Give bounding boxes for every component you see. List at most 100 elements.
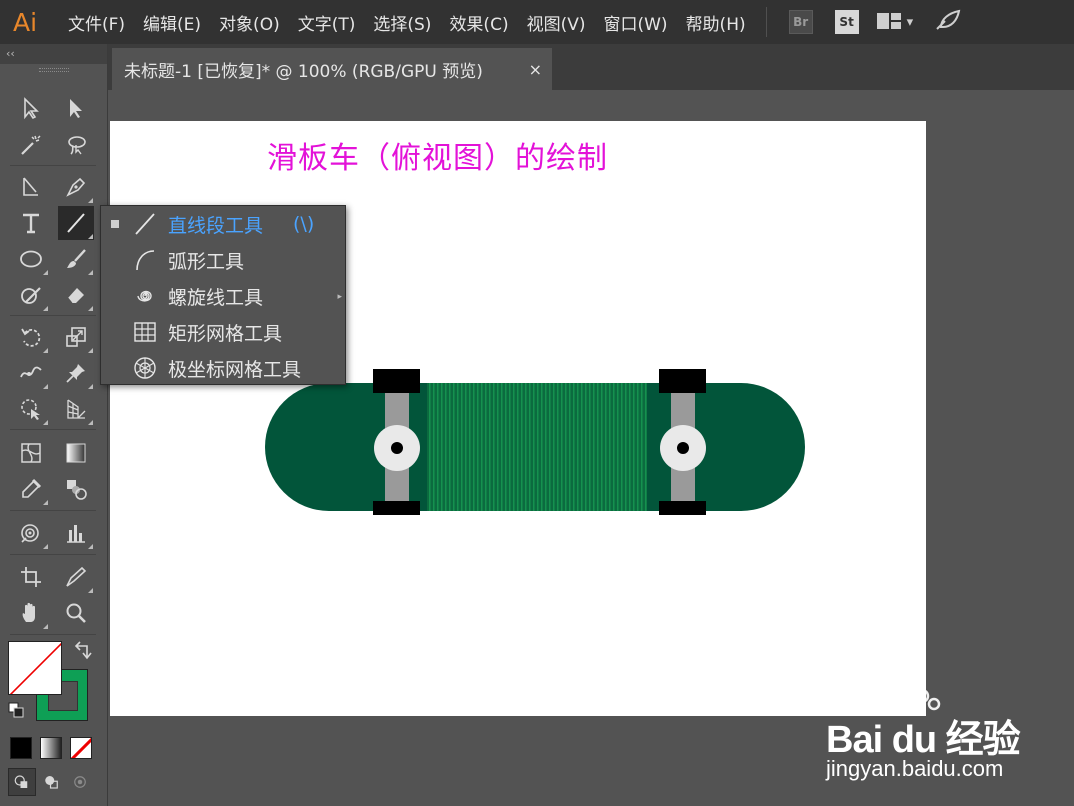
- skateboard-illustration[interactable]: [265, 369, 805, 515]
- left-rear-wheel[interactable]: [373, 501, 420, 515]
- flyout-item-line-segment[interactable]: 直线段工具 (\): [101, 206, 347, 242]
- menu-file[interactable]: 文件(F): [68, 10, 125, 35]
- swap-fill-stroke-icon[interactable]: [70, 640, 94, 664]
- document-tab[interactable]: 未标题-1 [已恢复]* @ 100% (RGB/GPU 预览) ×: [112, 48, 552, 90]
- shaper-tool[interactable]: [13, 278, 49, 312]
- gradient-icon: [66, 443, 86, 463]
- draw-behind-button[interactable]: [38, 768, 66, 796]
- paintbrush-icon: [67, 249, 86, 268]
- slice-tool[interactable]: [58, 560, 94, 594]
- direct-selection-arrow-icon: [70, 99, 82, 118]
- tool-divider: [10, 165, 96, 166]
- menu-select[interactable]: 选择(S): [373, 10, 431, 35]
- gradient-mode-button[interactable]: [40, 737, 62, 759]
- bridge-button[interactable]: Br: [788, 10, 813, 34]
- lasso-tool[interactable]: [58, 128, 94, 162]
- type-t-icon: [23, 213, 39, 234]
- draw-normal-button[interactable]: [8, 768, 36, 796]
- pin-icon: [66, 364, 85, 383]
- magic-wand-tool[interactable]: [13, 128, 49, 162]
- stock-button[interactable]: St: [834, 10, 859, 34]
- selection-tool[interactable]: [13, 91, 49, 125]
- flyout-item-label: 直线段工具: [168, 214, 264, 237]
- pen-tool[interactable]: [58, 170, 94, 204]
- shape-builder-tool[interactable]: [13, 392, 49, 426]
- eraser-tool[interactable]: [58, 278, 94, 312]
- line-segment-tool[interactable]: [58, 206, 94, 240]
- puppet-warp-tool[interactable]: [58, 356, 94, 390]
- panel-grip[interactable]: [0, 64, 107, 76]
- shaper-icon: [21, 287, 41, 304]
- rocket-icon[interactable]: [935, 9, 961, 36]
- close-icon[interactable]: ×: [529, 60, 542, 79]
- flyout-item-label: 螺旋线工具: [168, 286, 264, 309]
- menu-type[interactable]: 文字(T): [298, 10, 356, 35]
- width-icon: [20, 366, 42, 378]
- right-front-wheel[interactable]: [659, 369, 706, 393]
- mesh-tool[interactable]: [13, 436, 49, 470]
- menu-effect[interactable]: 效果(C): [449, 10, 508, 35]
- draw-inside-button[interactable]: [66, 768, 94, 796]
- menu-help[interactable]: 帮助(H): [686, 10, 746, 35]
- flyout-item-arc[interactable]: 弧形工具: [101, 242, 347, 278]
- menu-bar: Ai 文件(F) 编辑(E) 对象(O) 文字(T) 选择(S) 效果(C) 视…: [0, 0, 1074, 44]
- column-graph-icon: [67, 525, 85, 543]
- symbol-sprayer-tool[interactable]: [13, 516, 49, 550]
- illustrator-logo: Ai: [12, 7, 38, 37]
- tearoff-arrow-icon[interactable]: ▸: [337, 292, 342, 302]
- tool-divider: [10, 429, 96, 430]
- flyout-item-polar-grid[interactable]: 极坐标网格工具: [101, 350, 347, 386]
- pen-direct-tool[interactable]: [13, 170, 49, 204]
- flyout-item-label: 极坐标网格工具: [168, 358, 302, 381]
- magnifier-icon: [66, 603, 86, 623]
- line-tools-flyout: 直线段工具 (\) 弧形工具 螺旋线工具 矩形网格工具 极坐标网格工具 ▸: [100, 205, 346, 385]
- zoom-tool[interactable]: [58, 596, 94, 630]
- gradient-tool[interactable]: [58, 436, 94, 470]
- anchor-select-icon: [23, 177, 38, 196]
- left-front-wheel[interactable]: [373, 369, 420, 393]
- ellipse-tool[interactable]: [13, 242, 49, 276]
- eyedropper-tool[interactable]: [13, 472, 49, 506]
- collapse-panel-button[interactable]: ‹‹: [0, 44, 107, 64]
- line-segment-icon: [131, 210, 159, 238]
- flyout-item-label: 矩形网格工具: [168, 322, 283, 345]
- blend-icon: [67, 480, 87, 500]
- slice-knife-icon: [66, 566, 87, 587]
- direct-selection-tool[interactable]: [58, 91, 94, 125]
- shape-builder-icon: [21, 399, 40, 420]
- right-rear-wheel[interactable]: [659, 501, 706, 515]
- artboard-tool[interactable]: [13, 560, 49, 594]
- scale-tool[interactable]: [58, 320, 94, 354]
- artboard-title-text[interactable]: 滑板车（俯视图）的绘制: [267, 133, 608, 177]
- workspace-switcher[interactable]: ▾: [876, 13, 913, 31]
- baidu-watermark: Bai du 经验 jingyan.baidu.com: [826, 688, 1066, 788]
- color-mode-button[interactable]: [10, 737, 32, 759]
- flyout-item-shortcut: (\): [293, 213, 315, 235]
- scale-icon: [66, 327, 86, 347]
- menu-view[interactable]: 视图(V): [527, 10, 586, 35]
- flyout-item-spiral[interactable]: 螺旋线工具: [101, 278, 347, 314]
- menu-window[interactable]: 窗口(W): [603, 10, 667, 35]
- perspective-grid-tool[interactable]: [58, 392, 94, 426]
- fill-swatch[interactable]: [8, 641, 62, 695]
- rotate-tool[interactable]: [13, 320, 49, 354]
- watermark-url: jingyan.baidu.com: [826, 756, 1004, 781]
- column-graph-tool[interactable]: [58, 516, 94, 550]
- skateboard-grip-tape[interactable]: [427, 383, 647, 511]
- flyout-item-rectangular-grid[interactable]: 矩形网格工具: [101, 314, 347, 350]
- menu-edit[interactable]: 编辑(E): [143, 10, 201, 35]
- type-tool[interactable]: [13, 206, 49, 240]
- tool-divider: [10, 510, 96, 511]
- menu-object[interactable]: 对象(O): [219, 10, 280, 35]
- eyedropper-icon: [22, 478, 42, 498]
- polar-grid-icon: [131, 354, 159, 382]
- pen-icon: [66, 177, 86, 197]
- none-mode-button[interactable]: [70, 737, 92, 759]
- paintbrush-tool[interactable]: [58, 242, 94, 276]
- default-colors-icon[interactable]: [6, 700, 28, 722]
- blend-tool[interactable]: [58, 472, 94, 506]
- eraser-icon: [67, 288, 84, 304]
- hand-tool[interactable]: [13, 596, 49, 630]
- menu-divider: [765, 7, 767, 37]
- width-tool[interactable]: [13, 356, 49, 390]
